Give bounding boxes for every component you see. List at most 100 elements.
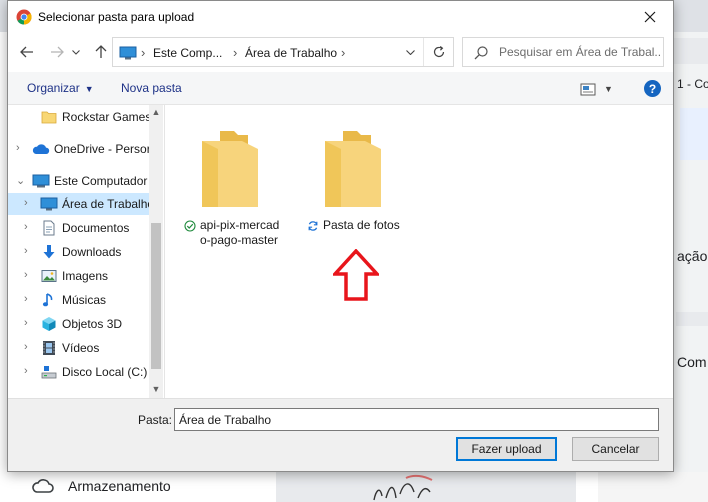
background-text: Com <box>677 354 707 370</box>
breadcrumb-area-de-trabalho[interactable]: Área de Trabalho <box>245 46 337 60</box>
arrow-left-icon <box>20 46 33 58</box>
chevron-right-icon: › <box>16 142 20 154</box>
sidebar-item-label: Área de Trabalho <box>62 197 155 211</box>
arrow-right-icon <box>51 46 64 58</box>
chevron-right-icon: › <box>24 269 28 281</box>
breadcrumb-este-computador[interactable]: Este Comp... <box>153 46 222 60</box>
breadcrumb-separator: › <box>341 45 346 60</box>
chevron-right-icon: › <box>24 197 28 209</box>
sidebar-item-area-de-trabalho[interactable]: › Área de Trabalho <box>8 193 154 215</box>
folder-item[interactable]: Pasta de fotos <box>307 113 407 263</box>
background-band <box>674 38 708 64</box>
chrome-icon <box>16 9 32 25</box>
back-button[interactable] <box>18 42 36 62</box>
sidebar-item-label: Objetos 3D <box>62 317 123 331</box>
download-icon <box>43 245 55 259</box>
sidebar-item-rockstar-games[interactable]: Rockstar Games <box>8 106 152 128</box>
computer-icon <box>32 174 50 188</box>
scroll-down-icon[interactable]: ▼ <box>149 382 163 396</box>
folder-icon <box>325 131 381 207</box>
close-button[interactable] <box>627 1 673 32</box>
folder-name: api-pix-mercado-pago-master <box>200 218 280 247</box>
scrollbar-thumb[interactable] <box>151 223 161 369</box>
navigation-pane: Rockstar Games › OneDrive - Persor ⌄ Est… <box>8 105 163 398</box>
help-button[interactable]: ? <box>644 80 661 97</box>
chevron-down-icon <box>72 49 80 55</box>
background-text: ação <box>677 248 708 264</box>
command-bar: Organizar ▼ Nova pasta ▼ ? <box>8 72 673 105</box>
sidebar-item-label: Imagens <box>62 269 109 283</box>
folder-item[interactable]: api-pix-mercado-pago-master <box>184 113 284 263</box>
sketch-image <box>373 474 433 501</box>
chevron-right-icon: › <box>24 293 28 305</box>
folder-field-label: Pasta: <box>138 413 173 427</box>
sidebar-item-este-computador[interactable]: ⌄ Este Computador <box>8 170 149 192</box>
recent-locations-button[interactable] <box>70 42 82 62</box>
chevron-right-icon: › <box>24 365 28 377</box>
sidebar-item-label: OneDrive - Persor <box>54 142 151 156</box>
sidebar-item-onedrive[interactable]: › OneDrive - Persor <box>8 138 151 160</box>
sidebar-item-disco-local[interactable]: › Disco Local (C:) <box>8 361 149 383</box>
sidebar-item-label: Disco Local (C:) <box>62 365 148 379</box>
title-bar: Selecionar pasta para upload <box>8 1 673 32</box>
dialog-title: Selecionar pasta para upload <box>38 10 195 24</box>
chevron-right-icon: › <box>24 341 28 353</box>
refresh-icon <box>433 46 444 58</box>
folder-icon <box>202 131 258 207</box>
breadcrumb-separator: › <box>233 45 238 60</box>
up-button[interactable] <box>92 42 110 62</box>
scroll-up-icon[interactable]: ▲ <box>149 105 163 119</box>
cancel-button[interactable]: Cancelar <box>572 437 659 461</box>
document-icon <box>43 220 55 236</box>
search-input[interactable] <box>499 43 661 61</box>
cube-icon <box>42 317 56 331</box>
sidebar-item-label: Este Computador <box>54 174 148 188</box>
storage-link[interactable]: Armazenamento <box>68 478 171 494</box>
music-icon <box>42 293 53 307</box>
sidebar-item-imagens[interactable]: › Imagens <box>8 265 149 287</box>
upload-button[interactable]: Fazer upload <box>456 437 557 461</box>
refresh-button[interactable] <box>423 38 453 66</box>
folder-upload-dialog: Selecionar pasta para upload › Este Comp… <box>7 0 674 472</box>
arrow-up-icon <box>95 45 107 58</box>
sidebar-item-label: Rockstar Games <box>62 110 152 124</box>
background-page-right <box>674 32 708 502</box>
search-box[interactable] <box>462 37 664 67</box>
address-bar[interactable]: › Este Comp... › Área de Trabalho › <box>112 37 454 67</box>
sync-pending-icon <box>308 221 318 231</box>
close-icon <box>644 11 656 22</box>
sidebar-item-label: Documentos <box>62 221 130 235</box>
sidebar-scrollbar[interactable]: ▲ ▼ <box>149 105 163 398</box>
view-icon <box>580 83 596 95</box>
caret-down-icon: ▼ <box>84 84 94 94</box>
chevron-right-icon: › <box>24 317 28 329</box>
organize-menu-button[interactable]: Organizar ▼ <box>27 81 94 95</box>
navigation-bar: › Este Comp... › Área de Trabalho › <box>8 32 673 72</box>
organize-label: Organizar <box>27 81 80 95</box>
sidebar-item-label: Músicas <box>62 293 107 307</box>
red-arrow-annotation-icon <box>333 249 379 301</box>
file-list[interactable]: api-pix-mercado-pago-master Pasta de fot… <box>164 105 673 398</box>
background-card <box>680 108 708 160</box>
folder-field[interactable] <box>174 408 659 431</box>
sidebar-item-documentos[interactable]: › Documentos <box>8 217 149 239</box>
background-text: 1 - Co <box>677 77 708 91</box>
sidebar-item-musicas[interactable]: › Músicas <box>8 289 149 311</box>
folder-name: Pasta de fotos <box>323 218 400 232</box>
dialog-footer: Pasta: Fazer upload Cancelar <box>8 398 673 471</box>
address-history-dropdown[interactable] <box>399 38 421 66</box>
synced-check-icon <box>184 220 196 232</box>
new-folder-button[interactable]: Nova pasta <box>121 81 182 95</box>
chevron-right-icon: › <box>24 221 28 233</box>
breadcrumb-separator: › <box>141 45 146 60</box>
sidebar-item-objetos-3d[interactable]: › Objetos 3D <box>8 313 149 335</box>
caret-down-icon: ▼ <box>604 84 613 94</box>
desktop-icon <box>119 46 137 60</box>
chevron-down-icon: ⌄ <box>16 175 26 187</box>
sidebar-item-downloads[interactable]: › Downloads <box>8 241 149 263</box>
forward-button[interactable] <box>48 42 66 62</box>
drive-icon <box>41 366 57 379</box>
change-view-button[interactable]: ▼ <box>580 80 620 98</box>
sidebar-item-videos[interactable]: › Vídeos <box>8 337 149 359</box>
sidebar-item-label: Vídeos <box>62 341 100 355</box>
